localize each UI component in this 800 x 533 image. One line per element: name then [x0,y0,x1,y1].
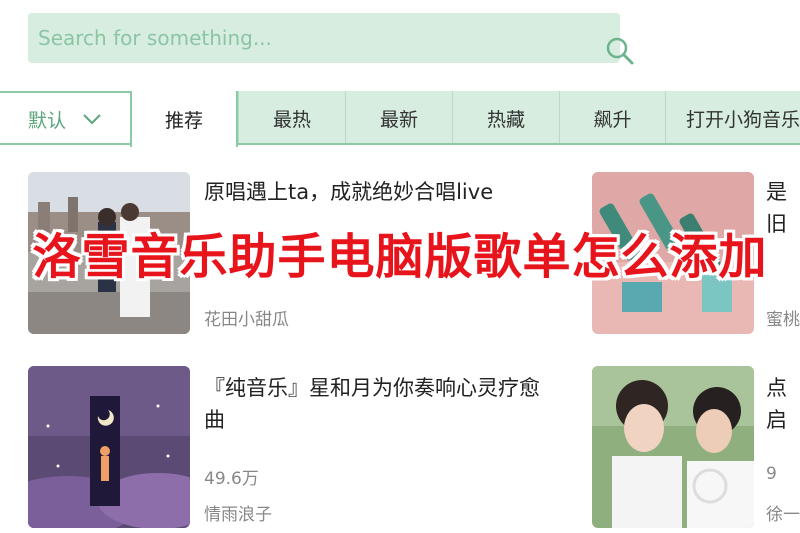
tab-label: 打开小狗音乐 [686,108,800,131]
overlay-banner: 洛雪音乐助手电脑版歌单怎么添加 [0,218,800,286]
tab-hottest[interactable]: 最热 [238,91,345,145]
tab-recommended[interactable]: 推荐 [130,91,238,147]
chevron-down-icon [82,108,102,130]
tab-newest[interactable]: 最新 [345,91,452,145]
search-input[interactable] [38,21,558,55]
tab-open-kugou[interactable]: 打开小狗音乐 [665,91,800,145]
playlist-author[interactable]: 情雨浪子 [204,500,272,525]
sort-dropdown-label: 默认 [28,109,67,132]
search-bar [28,13,634,65]
tab-rising[interactable]: 飙升 [559,91,665,145]
playlist-author[interactable]: 蜜桃 [766,305,800,330]
tab-divider [0,143,800,145]
playlist-author[interactable]: 徐一 [766,500,800,525]
banner-title: 洛雪音乐助手电脑版歌单怎么添加 [32,229,768,285]
sort-dropdown[interactable]: 默认 [0,93,130,145]
tab-label: 飙升 [593,108,632,131]
playlist-title[interactable]: 『纯音乐』星和月为你奏响心灵疗愈曲 [204,372,540,436]
tab-label: 最热 [272,108,311,131]
playlist-title[interactable]: 点启 [766,372,800,436]
tab-label: 推荐 [164,109,203,132]
tab-hot-collected[interactable]: 热藏 [452,91,559,145]
tab-label: 热藏 [486,108,525,131]
playlist-author[interactable]: 花田小甜瓜 [204,305,289,330]
playlist-cover[interactable] [28,366,190,528]
tab-bar: 默认 推荐 最热 最新 热藏 飙升 打开小狗音乐 [0,91,800,147]
play-count: 49.6万 [204,469,259,489]
search-icon[interactable] [604,35,636,71]
play-count: 9 [766,464,777,484]
tab-label: 最新 [379,108,418,131]
playlist-cover[interactable] [592,366,754,528]
